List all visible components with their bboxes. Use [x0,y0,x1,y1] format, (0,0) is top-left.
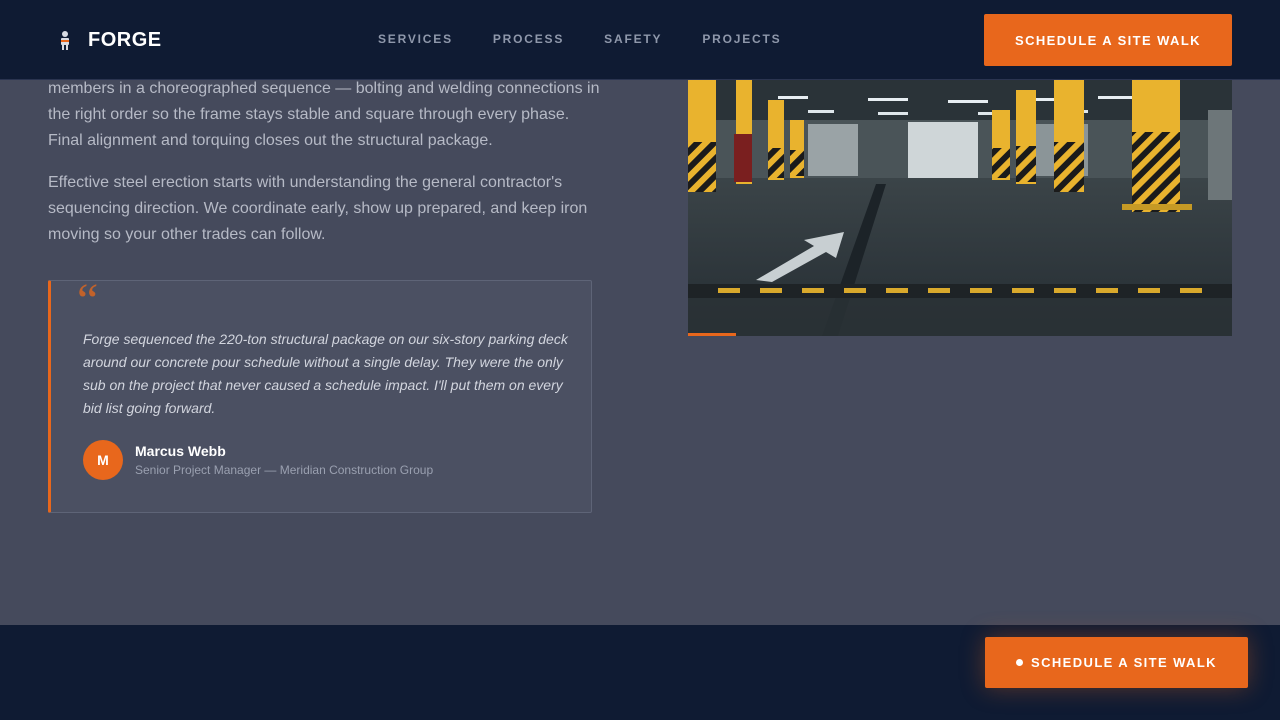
brand-logo[interactable]: FORGE [56,28,162,52]
nav-link-safety[interactable]: SAFETY [604,32,662,46]
paragraph: members in a choreographed sequence — bo… [48,80,600,149]
site-header: FORGE SERVICES PROCESS SAFETY PROJECTS S… [0,0,1280,80]
floating-schedule-site-walk-button[interactable]: SCHEDULE A SITE WALK [985,637,1248,688]
status-dot-icon [1016,659,1024,666]
paragraph: Effective steel erection starts with und… [48,174,588,243]
author-name: Marcus Webb [135,443,226,459]
worker-icon [56,28,74,52]
schedule-site-walk-button[interactable]: SCHEDULE A SITE WALK [984,14,1232,66]
quote-mark-icon: “ [77,274,99,327]
testimonial-quote: Forge sequenced the 220-ton structural p… [83,331,568,416]
testimonial-card: “ Forge sequenced the 220-ton structural… [48,274,592,513]
nav-link-process[interactable]: PROCESS [493,32,564,46]
parking-garage-photo [688,80,1232,336]
avatar: M [83,440,123,480]
slideshow-progress-bar [688,333,736,336]
main-nav: SERVICES PROCESS SAFETY PROJECTS [378,32,781,46]
nav-link-services[interactable]: SERVICES [378,32,453,46]
floating-cta-label: SCHEDULE A SITE WALK [1031,655,1217,670]
body-copy: members in a choreographed sequence — bo… [48,76,608,264]
nav-link-projects[interactable]: PROJECTS [702,32,781,46]
author-role: Senior Project Manager — Meridian Constr… [135,463,434,477]
testimonial-author: M Marcus Webb Senior Project Manager — M… [83,440,433,480]
brand-name: FORGE [88,28,162,51]
